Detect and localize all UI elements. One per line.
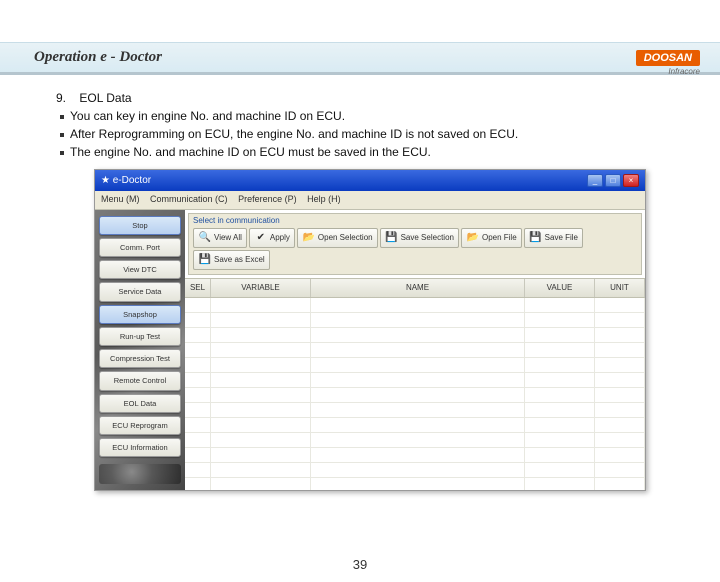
col-value: VALUE xyxy=(525,279,595,297)
main-area: Select in communication 🔍View All ✔Apply… xyxy=(185,210,645,490)
page-title: Operation e - Doctor xyxy=(0,42,720,75)
sidebar-compression[interactable]: Compression Test xyxy=(99,349,181,368)
folder-open-icon: 📂 xyxy=(302,231,316,245)
table-row xyxy=(185,418,645,433)
table-row xyxy=(185,448,645,463)
window-titlebar: ★ e-Doctor _ □ × xyxy=(95,170,645,191)
toolbar: Select in communication 🔍View All ✔Apply… xyxy=(188,213,642,275)
sidebar-comm-port[interactable]: Comm. Port xyxy=(99,238,181,257)
sidebar-view-dtc[interactable]: View DTC xyxy=(99,260,181,279)
table-row xyxy=(185,328,645,343)
table-row xyxy=(185,463,645,478)
search-icon: 🔍 xyxy=(198,231,212,245)
page-number: 39 xyxy=(0,557,720,572)
sidebar-snapshop[interactable]: Snapshop xyxy=(99,305,181,324)
save-selection-button[interactable]: 💾Save Selection xyxy=(380,228,459,248)
col-sel: SEL xyxy=(185,279,211,297)
section-number: 9. xyxy=(56,91,66,105)
save-icon: 💾 xyxy=(529,231,543,245)
bullet: The engine No. and machine ID on ECU mus… xyxy=(70,145,431,159)
col-name: NAME xyxy=(311,279,525,297)
table-row xyxy=(185,373,645,388)
sidebar-service-data[interactable]: Service Data xyxy=(99,282,181,301)
menu-item[interactable]: Communication (C) xyxy=(150,194,228,204)
check-icon: ✔ xyxy=(254,231,268,245)
brand-logo: DOOSAN Infracore xyxy=(636,48,700,76)
col-unit: UNIT xyxy=(595,279,645,297)
save-icon: 💾 xyxy=(198,253,212,267)
table-row xyxy=(185,343,645,358)
menu-item[interactable]: Menu (M) xyxy=(101,194,140,204)
grid-header: SEL VARIABLE NAME VALUE UNIT xyxy=(185,278,645,298)
brand-sub: Infracore xyxy=(636,67,700,76)
sidebar-runup-test[interactable]: Run-up Test xyxy=(99,327,181,346)
table-row xyxy=(185,403,645,418)
minimize-button[interactable]: _ xyxy=(587,174,603,187)
table-row xyxy=(185,388,645,403)
bullet: You can key in engine No. and machine ID… xyxy=(70,109,345,123)
save-excel-button[interactable]: 💾Save as Excel xyxy=(193,250,270,270)
table-row xyxy=(185,358,645,373)
body-text: 9. EOL Data You can key in engine No. an… xyxy=(0,75,720,491)
engine-image xyxy=(99,464,181,483)
sidebar-ecu-reprogram[interactable]: ECU Reprogram xyxy=(99,416,181,435)
window-title: e-Doctor xyxy=(113,175,151,186)
menubar: Menu (M) Communication (C) Preference (P… xyxy=(95,191,645,210)
table-row xyxy=(185,433,645,448)
sidebar-ecu-info[interactable]: ECU Information xyxy=(99,438,181,457)
folder-open-icon: 📂 xyxy=(466,231,480,245)
sidebar-stop[interactable]: Stop xyxy=(99,216,181,235)
open-file-button[interactable]: 📂Open File xyxy=(461,228,522,248)
table-row xyxy=(185,478,645,490)
table-row xyxy=(185,298,645,313)
table-row xyxy=(185,313,645,328)
open-selection-button[interactable]: 📂Open Selection xyxy=(297,228,378,248)
apply-button[interactable]: ✔Apply xyxy=(249,228,295,248)
col-variable: VARIABLE xyxy=(211,279,311,297)
maximize-button[interactable]: □ xyxy=(605,174,621,187)
close-button[interactable]: × xyxy=(623,174,639,187)
sidebar-eol-data[interactable]: EOL Data xyxy=(99,394,181,413)
sidebar-remote[interactable]: Remote Control xyxy=(99,371,181,390)
app-screenshot: ★ e-Doctor _ □ × Menu (M) Communication … xyxy=(94,169,646,491)
sidebar: Stop Comm. Port View DTC Service Data Sn… xyxy=(95,210,185,490)
save-file-button[interactable]: 💾Save File xyxy=(524,228,583,248)
toolbar-label: Select in communication xyxy=(193,215,637,227)
save-icon: 💾 xyxy=(385,231,399,245)
brand-main: DOOSAN xyxy=(636,50,700,66)
menu-item[interactable]: Preference (P) xyxy=(238,194,297,204)
bullet: After Reprogramming on ECU, the engine N… xyxy=(70,127,518,141)
app-icon: ★ xyxy=(101,175,110,186)
section-heading: EOL Data xyxy=(79,91,131,105)
view-all-button[interactable]: 🔍View All xyxy=(193,228,247,248)
grid-body xyxy=(185,298,645,490)
menu-item[interactable]: Help (H) xyxy=(307,194,341,204)
